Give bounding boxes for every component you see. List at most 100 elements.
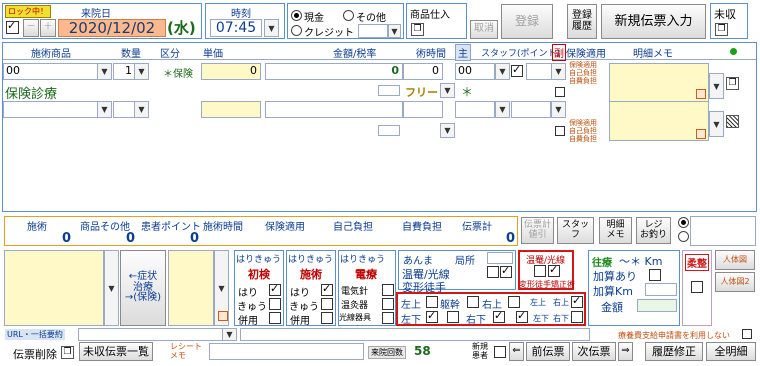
onshitsu2-check-2[interactable] (548, 263, 560, 277)
body-trunk-check[interactable] (467, 296, 479, 308)
denryo-2-check[interactable] (382, 298, 394, 310)
row4-amount-small[interactable] (378, 125, 400, 136)
back-arrow-button[interactable]: ⇐ (509, 342, 524, 361)
all-detail-button[interactable]: 全明細 (706, 342, 756, 361)
total-radio-2[interactable] (678, 231, 689, 242)
shien-check[interactable] (742, 329, 752, 339)
row2-small-box[interactable] (555, 87, 565, 97)
next-date-button[interactable]: ＋ (40, 19, 56, 37)
pay-credit-radio[interactable] (291, 25, 302, 36)
row3-qty-dropdown[interactable]: ▼ (134, 101, 149, 118)
onshitsu-check-1[interactable] (487, 266, 499, 278)
new-slip-button[interactable]: 新規伝票入力 (601, 4, 706, 39)
row1-price[interactable]: 0 (201, 63, 261, 80)
sejutsu-hari-check[interactable] (321, 282, 333, 296)
next-slip-button[interactable]: 次伝票 (572, 342, 616, 361)
credit-select[interactable] (358, 24, 388, 38)
receipt-memo-field[interactable] (209, 343, 364, 360)
row1-time-code-dropdown[interactable]: ▼ (495, 63, 510, 80)
judo-check[interactable] (691, 281, 703, 293)
row1-item-dropdown[interactable]: ▼ (97, 63, 112, 80)
row1-sub-dropdown[interactable]: ▼ (551, 63, 566, 80)
pay-cash-radio[interactable] (291, 10, 302, 21)
symptom-left-field[interactable] (4, 250, 104, 326)
staff-button[interactable]: スタッフ (557, 217, 594, 244)
kyokusho-field[interactable] (487, 252, 513, 264)
body-small-check-a[interactable] (516, 309, 528, 323)
unpaid-list-button[interactable]: 未収伝票一覧 (79, 342, 153, 361)
sejutsu-heiyou-check[interactable] (321, 312, 333, 324)
row2-orange-box[interactable] (696, 89, 706, 99)
visit-date-field[interactable]: 2020/12/02 (58, 19, 166, 37)
delete-icon[interactable]: ❐ (61, 346, 74, 359)
body-small-down-check[interactable] (571, 311, 583, 323)
row2-amount-small[interactable] (378, 85, 400, 96)
row1-qty-dropdown[interactable]: ▼ (134, 63, 149, 80)
row2-free-dropdown[interactable]: ▼ (440, 83, 455, 98)
row1-time-code[interactable]: 00 (455, 63, 495, 80)
time-dropdown[interactable]: ▼ (264, 19, 279, 37)
total-radio-1[interactable] (678, 217, 689, 228)
unpaid-icon[interactable]: ❐ (715, 23, 728, 36)
onshitsu2-check-1[interactable] (534, 265, 546, 277)
row1-copy-icon[interactable]: ❐ (726, 77, 739, 90)
row3-sub-dropdown[interactable]: ▼ (551, 101, 566, 118)
symptom-button[interactable]: ←症状 治療 →(保険) (120, 250, 166, 326)
row1-time[interactable]: 0 (403, 63, 443, 80)
row1-memo-dropdown[interactable]: ▼ (709, 73, 724, 99)
row1-memo[interactable] (609, 63, 709, 103)
detail-memo-button[interactable]: 明細 メモ (599, 217, 632, 244)
sejutsu-kyu-check[interactable] (321, 298, 333, 310)
body-mid-down-check[interactable] (447, 311, 459, 323)
history-button[interactable]: 登録 履歴 (567, 4, 597, 39)
cancel-button[interactable]: 取消 (470, 20, 498, 39)
receipt-button[interactable]: レジ お釣り (636, 217, 671, 244)
credit-dropdown[interactable]: ▼ (388, 24, 401, 38)
row3-amount[interactable] (265, 101, 403, 118)
slip-calc-button[interactable]: 伝票計 値引 (521, 217, 554, 244)
shoken-hari-check[interactable] (269, 282, 281, 296)
row3-pattern-icon[interactable] (726, 115, 739, 128)
row3-time[interactable] (403, 101, 443, 118)
pay-other-radio[interactable] (343, 10, 354, 21)
row1-staff-check[interactable] (511, 63, 523, 77)
row4-small-box[interactable] (555, 126, 565, 136)
jintai-button[interactable]: 人体図 (715, 250, 755, 270)
kingaku-field[interactable] (637, 299, 677, 312)
onshitsu-check-2[interactable] (500, 264, 512, 278)
row3-qty[interactable] (113, 101, 135, 118)
denryo-1-check[interactable] (382, 284, 394, 296)
url-dropdown[interactable]: ▼ (222, 328, 237, 341)
body-left-down-check[interactable] (426, 309, 438, 323)
row4-orange-box[interactable] (696, 129, 706, 139)
prev-slip-button[interactable]: 前伝票 (526, 342, 570, 361)
url-field[interactable] (78, 328, 228, 341)
row1-amount[interactable]: 0 (265, 63, 403, 80)
row1-qty[interactable]: 1 (113, 63, 135, 80)
shoken-kyu-check[interactable] (269, 298, 281, 310)
goods-icon[interactable]: ❐ (411, 23, 424, 36)
body-small-up-check[interactable] (571, 294, 583, 308)
new-patient-check[interactable] (494, 346, 506, 358)
row3-memo[interactable] (609, 101, 709, 141)
kasan-km-field[interactable] (645, 283, 677, 296)
kasan-ari-check[interactable] (649, 269, 661, 281)
jintai2-button[interactable]: 人体図2 (715, 272, 755, 292)
forward-arrow-button[interactable]: ⇒ (618, 342, 633, 361)
row3-memo-dropdown[interactable]: ▼ (709, 111, 724, 137)
history-fix-button[interactable]: 履歴修正 (645, 342, 703, 361)
row3-price[interactable] (201, 101, 261, 118)
row4-dropdown[interactable]: ▼ (440, 123, 455, 138)
symptom-right-field[interactable] (168, 250, 214, 326)
body-right-up-check[interactable] (508, 296, 520, 308)
symptom-left-dropdown[interactable]: ▼ (104, 250, 119, 326)
row3-item-code[interactable] (3, 101, 101, 118)
prev-date-button[interactable]: － (23, 19, 39, 37)
url-field-2[interactable] (240, 328, 590, 341)
register-button[interactable]: 登録 (501, 4, 553, 39)
body-right-down-check[interactable] (493, 309, 505, 323)
row3-time-code-dropdown[interactable]: ▼ (495, 101, 510, 118)
symptom-orange-box[interactable] (218, 311, 228, 321)
row3-staff[interactable] (511, 101, 551, 118)
row1-item-code[interactable]: 00 (3, 63, 101, 80)
